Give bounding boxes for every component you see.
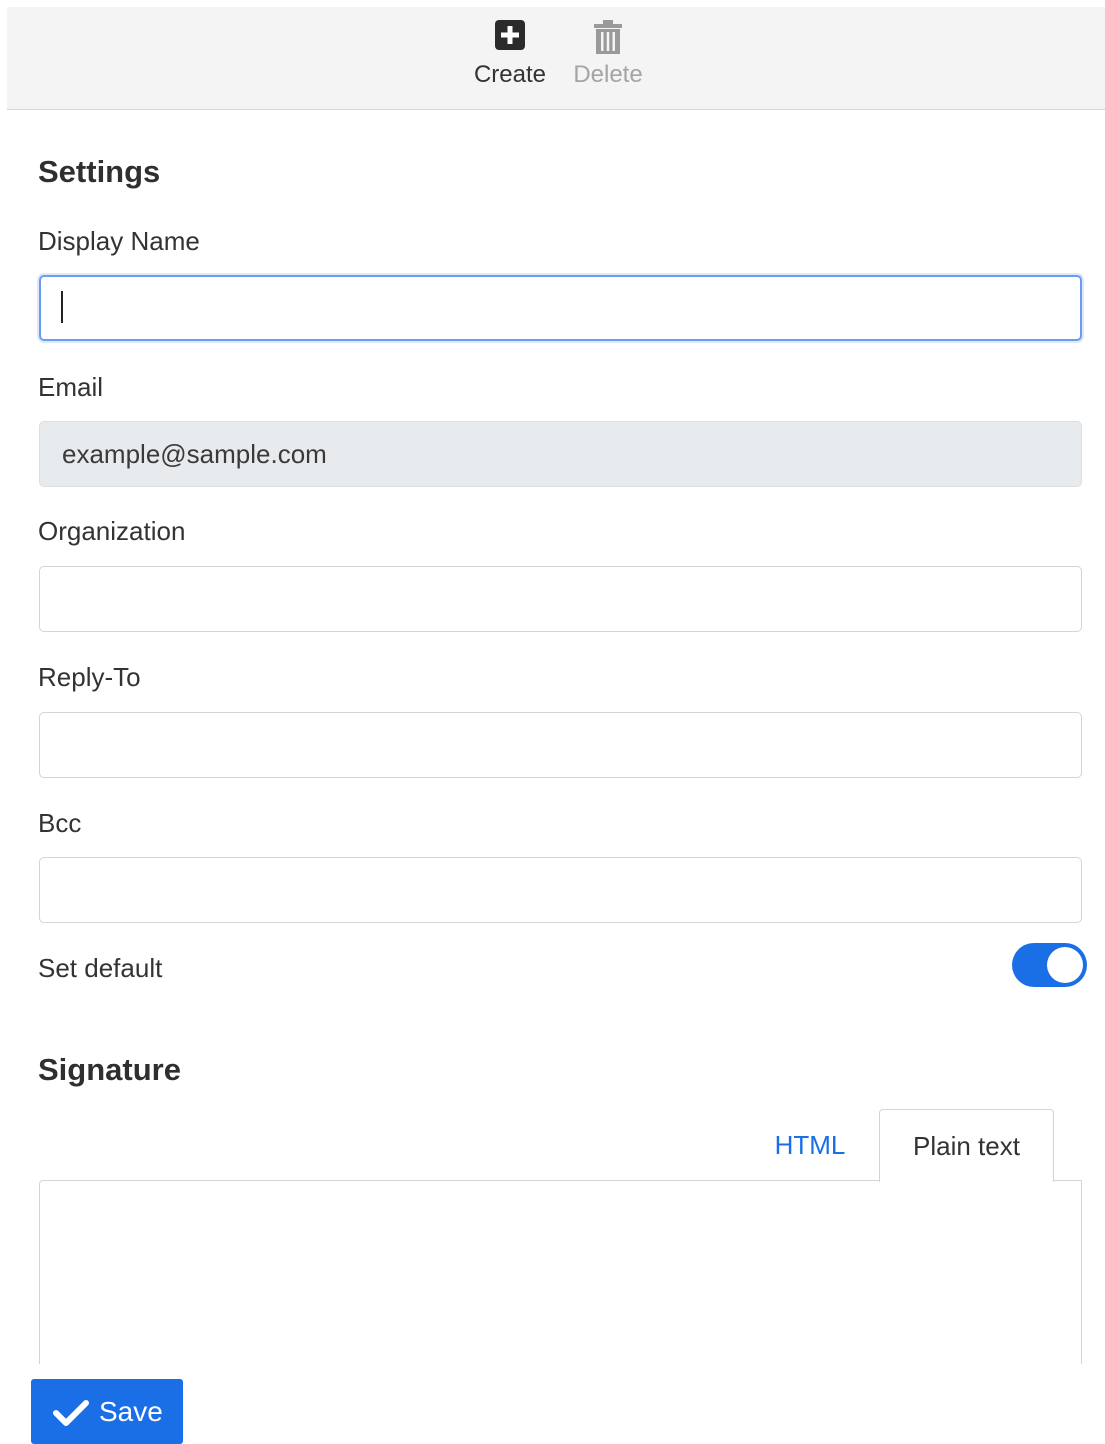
settings-title: Settings	[38, 154, 161, 189]
reply-to-label: Reply-To	[38, 662, 141, 692]
set-default-label: Set default	[38, 953, 163, 983]
toolbar: Create Delete	[7, 7, 1105, 110]
display-name-label: Display Name	[38, 226, 200, 256]
tab-html[interactable]: HTML	[760, 1109, 860, 1181]
organization-input[interactable]	[39, 566, 1082, 632]
bcc-input[interactable]	[39, 857, 1082, 923]
text-caret	[61, 291, 63, 323]
bcc-label: Bcc	[38, 808, 82, 838]
set-default-toggle[interactable]	[1012, 943, 1087, 987]
create-button[interactable]: Create	[465, 7, 555, 107]
signature-editor[interactable]	[39, 1180, 1082, 1380]
signature-title: Signature	[38, 1052, 181, 1087]
organization-label: Organization	[38, 516, 186, 546]
email-label: Email	[38, 372, 104, 402]
footer-area	[30, 1364, 1100, 1444]
trash-icon	[593, 19, 623, 60]
create-label: Create	[473, 61, 547, 88]
delete-button[interactable]: Delete	[563, 7, 653, 107]
tab-plain-text[interactable]: Plain text	[879, 1109, 1054, 1182]
reply-to-input[interactable]	[39, 712, 1082, 778]
checkmark-icon	[53, 1399, 89, 1432]
save-label: Save	[99, 1396, 163, 1427]
delete-label: Delete	[573, 61, 643, 88]
display-name-input[interactable]	[39, 275, 1082, 341]
email-field	[39, 421, 1082, 487]
toggle-knob	[1047, 947, 1083, 983]
plus-square-icon	[494, 19, 526, 56]
save-button[interactable]: Save	[31, 1379, 183, 1444]
